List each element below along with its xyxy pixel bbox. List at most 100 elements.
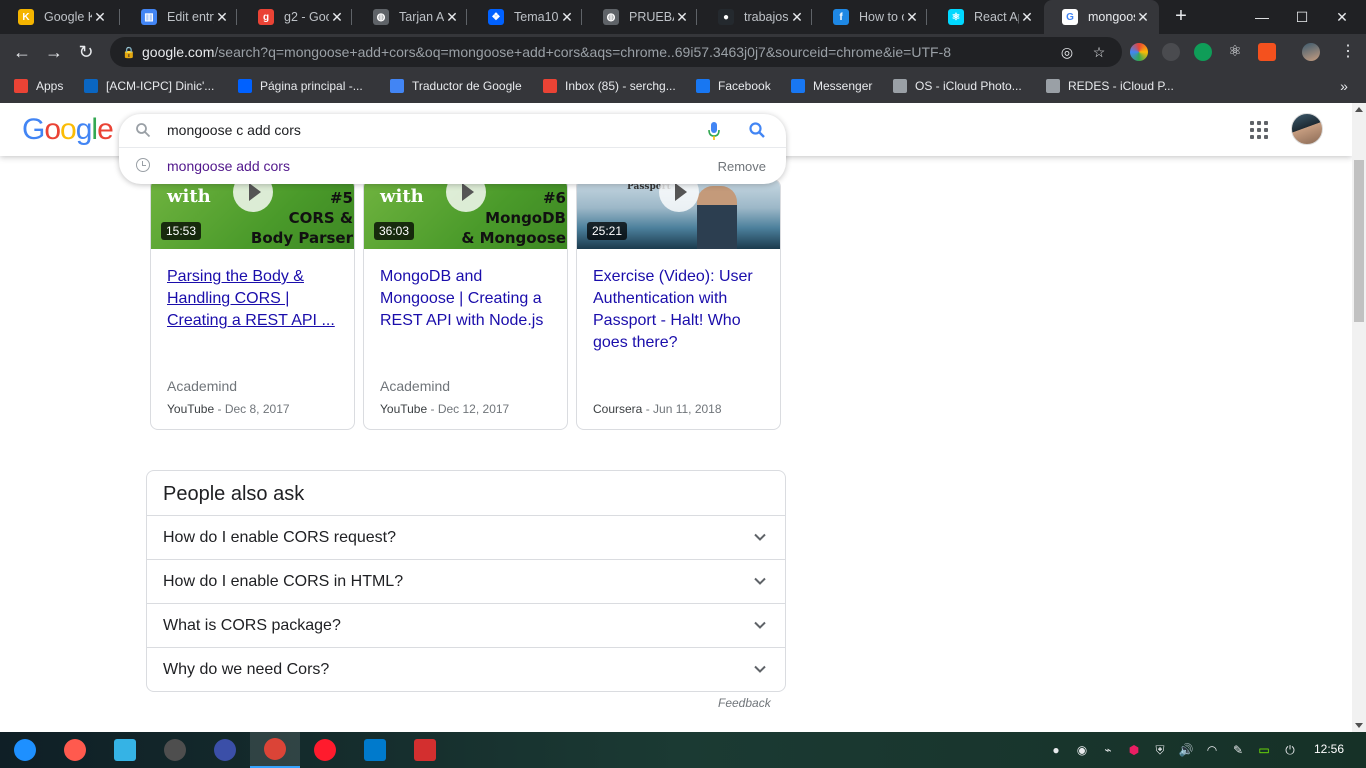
browser-tab[interactable]: ● trabajos- ✕: [700, 0, 813, 34]
close-tab-icon[interactable]: ✕: [559, 9, 575, 26]
suggestion-text[interactable]: mongoose add cors: [167, 158, 290, 174]
bookmark-item[interactable]: Facebook: [696, 77, 771, 95]
close-tab-icon[interactable]: ✕: [329, 9, 345, 26]
scroll-down-icon[interactable]: [1355, 723, 1363, 728]
play-icon[interactable]: [659, 180, 699, 212]
scroll-up-icon[interactable]: [1355, 107, 1363, 112]
close-window-icon[interactable]: ✕: [1322, 0, 1362, 34]
video-thumbnail[interactable]: with #6 MongoDB & Mongoose 36:03: [364, 180, 567, 249]
paa-question[interactable]: How do I enable CORS request?: [147, 515, 785, 559]
close-tab-icon[interactable]: ✕: [789, 9, 805, 26]
page-scrollbar[interactable]: [1352, 103, 1366, 732]
deepin-launcher-icon[interactable]: [0, 732, 50, 768]
google-apps-icon[interactable]: [1250, 121, 1268, 139]
wifi-icon[interactable]: ◠: [1204, 742, 1220, 758]
extension-off-icon[interactable]: [1258, 43, 1276, 61]
account-avatar[interactable]: [1291, 113, 1323, 145]
new-tab-button[interactable]: +: [1170, 5, 1192, 27]
paa-question[interactable]: How do I enable CORS in HTML?: [147, 559, 785, 603]
video-title-link[interactable]: Parsing the Body & Handling CORS | Creat…: [167, 266, 345, 332]
paa-question[interactable]: Why do we need Cors?: [147, 647, 785, 691]
bookmark-item[interactable]: OS - iCloud Photo...: [893, 77, 1022, 95]
chrome-menu-icon[interactable]: ⋮: [1336, 40, 1360, 64]
close-tab-icon[interactable]: ✕: [214, 9, 230, 26]
maximize-icon[interactable]: ☐: [1282, 0, 1322, 34]
search-submit-icon[interactable]: [748, 121, 766, 139]
google-logo[interactable]: Google: [22, 113, 114, 147]
sublime-text-icon[interactable]: [150, 732, 200, 768]
video-card[interactable]: with #6 MongoDB & Mongoose 36:03 MongoDB and …: [363, 179, 568, 430]
bookmark-item[interactable]: Apps: [14, 77, 63, 95]
pen-icon[interactable]: ✎: [1230, 742, 1246, 758]
extension-icon[interactable]: [1162, 43, 1180, 61]
bookmark-item[interactable]: [ACM-ICPC] Dinic'...: [84, 77, 214, 95]
reload-icon[interactable]: ↻: [74, 40, 98, 64]
forward-icon[interactable]: →: [42, 40, 66, 64]
screen-recorder-icon[interactable]: [50, 732, 100, 768]
browser-tab[interactable]: K Google K ✕: [0, 0, 116, 34]
app-store-icon[interactable]: [100, 732, 150, 768]
power-icon[interactable]: ⏻: [1282, 742, 1298, 758]
close-tab-icon[interactable]: ✕: [444, 9, 460, 26]
chevron-down-icon[interactable]: [753, 662, 767, 676]
usb-icon[interactable]: ⌁: [1100, 742, 1116, 758]
bookmark-item[interactable]: REDES - iCloud P...: [1046, 77, 1174, 95]
scrollbar-thumb[interactable]: [1354, 160, 1364, 322]
vscode-icon[interactable]: [350, 732, 400, 768]
browser-tab[interactable]: ▥ Edit entry✕: [123, 0, 238, 34]
close-tab-icon[interactable]: ✕: [1019, 9, 1035, 26]
feedback-link[interactable]: Feedback: [718, 696, 771, 710]
bookmark-item[interactable]: Inbox (85) - serchg...: [543, 77, 676, 95]
bookmark-item[interactable]: Página principal -...: [238, 77, 363, 95]
paa-question[interactable]: What is CORS package?: [147, 603, 785, 647]
search-suggestion[interactable]: mongoose add cors Remove: [119, 152, 786, 180]
video-thumbnail[interactable]: Passport 25:21: [577, 180, 780, 249]
chat-icon[interactable]: ●: [1048, 742, 1064, 758]
address-bar[interactable]: 🔒 google.com/search?q=mongoose+add+cors&…: [110, 37, 1122, 67]
close-tab-icon[interactable]: ✕: [1135, 9, 1151, 26]
video-thumbnail[interactable]: with #5 CORS & Body Parser 15:53: [151, 180, 354, 249]
browser-tab[interactable]: ◍ PRUEBA✕: [585, 0, 698, 34]
bookmark-star-icon[interactable]: ☆: [1090, 43, 1108, 61]
bookmark-item[interactable]: Messenger: [791, 77, 872, 95]
extension-icon[interactable]: [1194, 43, 1212, 61]
video-title-link[interactable]: Exercise (Video): User Authentication wi…: [593, 266, 771, 354]
chevron-down-icon[interactable]: [753, 574, 767, 588]
remove-suggestion-button[interactable]: Remove: [718, 159, 766, 174]
opera-icon[interactable]: [300, 732, 350, 768]
video-title-link[interactable]: MongoDB and Mongoose | Creating a REST A…: [380, 266, 558, 332]
more-bookmarks-icon[interactable]: »: [1332, 74, 1356, 98]
extension-icon[interactable]: [1130, 43, 1148, 61]
location-icon[interactable]: ◎: [1058, 43, 1076, 61]
close-tab-icon[interactable]: ✕: [674, 9, 690, 26]
dropbox-tray-icon[interactable]: ◉: [1074, 742, 1090, 758]
bookmark-item[interactable]: Traductor de Google: [390, 77, 522, 95]
browser-tab[interactable]: ◍ Tarjan Al ✕: [355, 0, 468, 34]
chevron-down-icon[interactable]: [753, 530, 767, 544]
video-card[interactable]: with #5 CORS & Body Parser 15:53 Parsing the …: [150, 179, 355, 430]
back-icon[interactable]: ←: [10, 40, 34, 64]
terminal-icon[interactable]: [400, 732, 450, 768]
battery-icon[interactable]: ▭: [1256, 742, 1272, 758]
close-tab-icon[interactable]: ✕: [92, 9, 108, 26]
profile-avatar[interactable]: [1302, 43, 1320, 61]
clock[interactable]: 12:56: [1314, 742, 1344, 756]
browser-tab[interactable]: g g2 - Goog✕: [240, 0, 353, 34]
google-chrome-icon[interactable]: [250, 732, 300, 768]
system-monitor-icon[interactable]: [200, 732, 250, 768]
browser-tab[interactable]: ⚛ React Ap✕: [930, 0, 1043, 34]
lock-icon[interactable]: 🔒: [122, 46, 136, 59]
close-tab-icon[interactable]: ✕: [904, 9, 920, 26]
browser-tab[interactable]: ❖ Tema10-I✕: [470, 0, 583, 34]
microphone-icon[interactable]: [707, 121, 721, 141]
chevron-down-icon[interactable]: [753, 618, 767, 632]
browser-tab[interactable]: Gmongoose✕: [1044, 0, 1159, 34]
tray-app-icon[interactable]: ⬢: [1126, 742, 1142, 758]
minimize-icon[interactable]: —: [1242, 0, 1282, 34]
volume-icon[interactable]: 🔊: [1178, 742, 1194, 758]
browser-tab[interactable]: f How to c ✕: [815, 0, 928, 34]
react-devtools-icon[interactable]: ⚛: [1226, 43, 1244, 61]
shield-icon[interactable]: ⛨: [1152, 742, 1168, 758]
video-card[interactable]: Passport 25:21 Exercise (Video): User Auth…: [576, 179, 781, 430]
search-input[interactable]: mongoose c add cors: [167, 122, 301, 138]
